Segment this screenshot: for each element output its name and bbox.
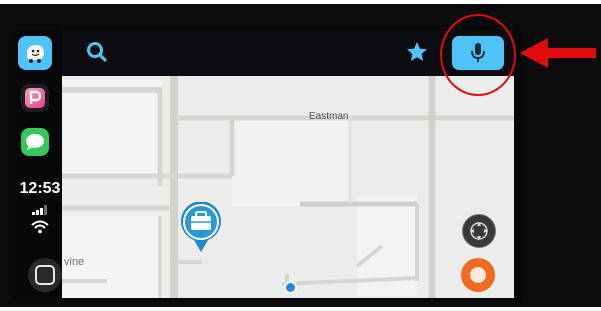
carplay-home-button[interactable] xyxy=(28,258,62,292)
parking-app-icon[interactable] xyxy=(21,84,49,112)
wifi-icon xyxy=(31,220,49,239)
work-location-pin[interactable] xyxy=(179,201,223,259)
current-location-dot xyxy=(284,281,297,294)
compass-icon xyxy=(470,222,488,240)
annotation-arrow xyxy=(518,36,598,77)
messages-app-icon[interactable] xyxy=(21,128,49,156)
street-label: Eastman xyxy=(309,111,349,122)
briefcase-icon xyxy=(181,201,221,252)
annotation-circle xyxy=(440,14,516,96)
star-icon xyxy=(407,42,427,61)
arrow-left-icon xyxy=(520,38,596,68)
parking-icon xyxy=(25,88,45,108)
status-time: 12:53 xyxy=(19,180,61,197)
search-button[interactable] xyxy=(85,40,109,64)
waze-icon xyxy=(26,45,44,63)
map-view[interactable] xyxy=(62,76,514,298)
search-icon xyxy=(87,42,107,62)
waze-app-icon[interactable] xyxy=(18,36,52,70)
signal-strength-icon xyxy=(32,202,50,220)
map-roads xyxy=(62,76,514,298)
favorites-button[interactable] xyxy=(405,40,429,64)
home-grid-icon xyxy=(35,265,55,285)
messages-icon xyxy=(26,134,44,150)
recenter-button[interactable] xyxy=(462,214,496,248)
report-button[interactable] xyxy=(461,258,495,292)
street-label: vine xyxy=(64,256,85,268)
report-icon xyxy=(470,267,486,283)
